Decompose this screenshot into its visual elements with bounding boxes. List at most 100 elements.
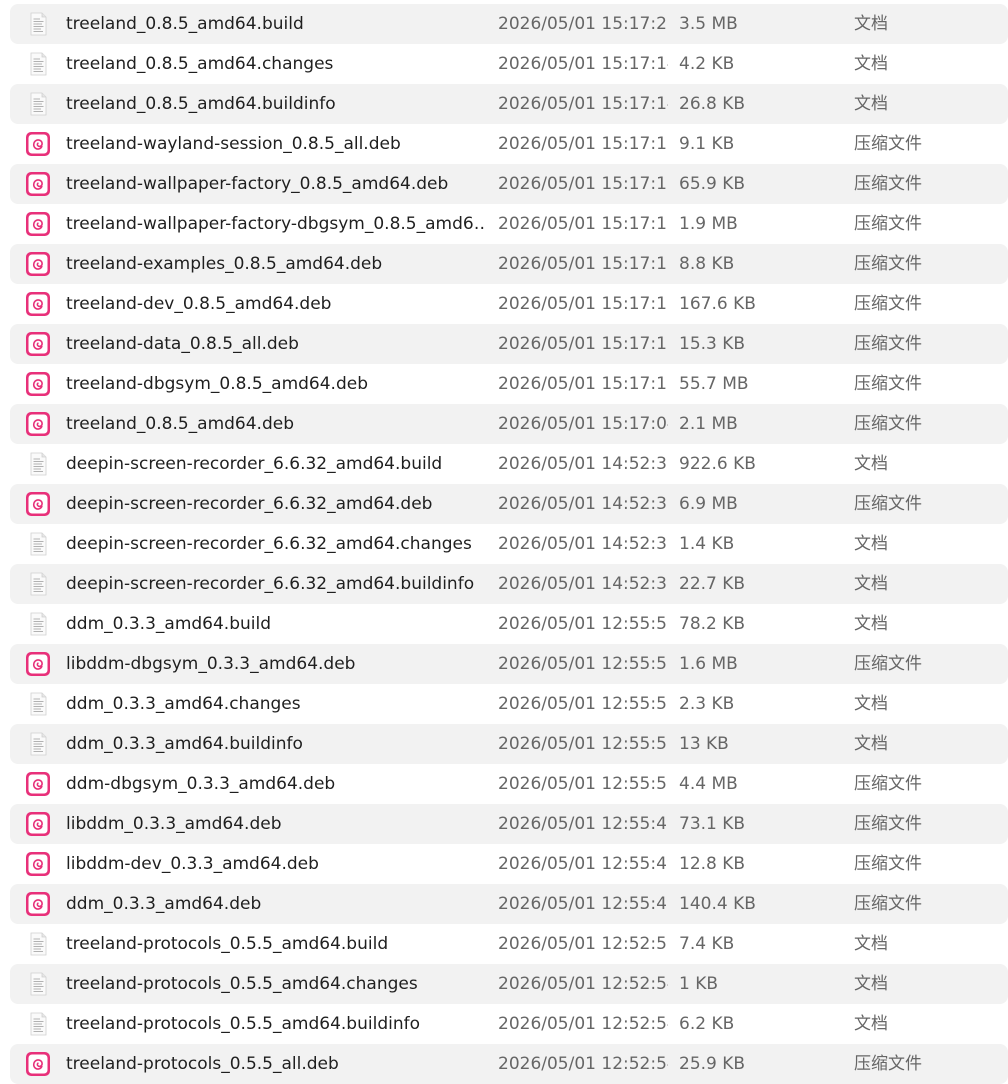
file-modified-time: 2026/05/01 12:55:50 xyxy=(498,694,668,714)
file-row[interactable]: treeland-data_0.8.5_all.deb 2026/05/01 1… xyxy=(0,324,1008,364)
debian-package-icon xyxy=(24,290,52,318)
file-row[interactable]: treeland_0.8.5_amd64.buildinfo 2026/05/0… xyxy=(0,84,1008,124)
file-row[interactable]: deepin-screen-recorder_6.6.32_amd64.buil… xyxy=(0,564,1008,604)
file-name: treeland-protocols_0.5.5_amd64.changes xyxy=(66,974,418,994)
file-modified-time: 2026/05/01 15:17:13 xyxy=(498,134,668,154)
file-row[interactable]: deepin-screen-recorder_6.6.32_amd64.chan… xyxy=(0,524,1008,564)
file-name: ddm-dbgsym_0.3.3_amd64.deb xyxy=(66,774,336,794)
file-row[interactable]: libddm_0.3.3_amd64.deb 2026/05/01 12:55:… xyxy=(0,804,1008,844)
file-row[interactable]: treeland-protocols_0.5.5_all.deb 2026/05… xyxy=(0,1044,1008,1084)
file-row[interactable]: ddm-dbgsym_0.3.3_amd64.deb 2026/05/01 12… xyxy=(0,764,1008,804)
file-size: 167.6 KB xyxy=(679,294,756,314)
file-row[interactable]: treeland-protocols_0.5.5_amd64.build 202… xyxy=(0,924,1008,964)
file-type: 文档 xyxy=(854,14,888,34)
file-row[interactable]: treeland-protocols_0.5.5_amd64.buildinfo… xyxy=(0,1004,1008,1044)
file-row[interactable]: ddm_0.3.3_amd64.build 2026/05/01 12:55:5… xyxy=(0,604,1008,644)
file-name: deepin-screen-recorder_6.6.32_amd64.buil… xyxy=(66,454,443,474)
file-name: treeland-wayland-session_0.8.5_all.deb xyxy=(66,134,401,154)
file-row[interactable]: ddm_0.3.3_amd64.buildinfo 2026/05/01 12:… xyxy=(0,724,1008,764)
file-type: 压缩文件 xyxy=(854,174,922,194)
file-type: 文档 xyxy=(854,614,888,634)
file-modified-time: 2026/05/01 15:17:04 xyxy=(498,414,668,434)
file-size: 7.4 KB xyxy=(679,934,735,954)
debian-package-icon xyxy=(24,490,52,518)
file-row[interactable]: libddm-dbgsym_0.3.3_amd64.deb 2026/05/01… xyxy=(0,644,1008,684)
file-modified-time: 2026/05/01 14:52:33 xyxy=(498,574,668,594)
file-row[interactable]: treeland-dbgsym_0.8.5_amd64.deb 2026/05/… xyxy=(0,364,1008,404)
debian-package-icon xyxy=(24,890,52,918)
debian-package-icon xyxy=(24,650,52,678)
file-name: ddm_0.3.3_amd64.build xyxy=(66,614,272,634)
file-row[interactable]: treeland-examples_0.8.5_amd64.deb 2026/0… xyxy=(0,244,1008,284)
file-size: 4.2 KB xyxy=(679,54,735,74)
file-size: 4.4 MB xyxy=(679,774,738,794)
text-document-icon xyxy=(24,930,52,958)
file-modified-time: 2026/05/01 12:55:52 xyxy=(498,614,668,634)
file-size: 1.6 MB xyxy=(679,654,738,674)
text-document-icon xyxy=(24,570,52,598)
file-size: 6.2 KB xyxy=(679,1014,735,1034)
file-size: 1 KB xyxy=(679,974,719,994)
file-type: 文档 xyxy=(854,734,888,754)
file-row[interactable]: ddm_0.3.3_amd64.changes 2026/05/01 12:55… xyxy=(0,684,1008,724)
file-modified-time: 2026/05/01 12:55:50 xyxy=(498,734,668,754)
file-modified-time: 2026/05/01 12:55:50 xyxy=(498,654,668,674)
file-name: treeland-wallpaper-factory-dbgsym_0.8.5_… xyxy=(66,214,484,234)
file-row[interactable]: treeland-wayland-session_0.8.5_all.deb 2… xyxy=(0,124,1008,164)
file-name: ddm_0.3.3_amd64.changes xyxy=(66,694,301,714)
file-size: 12.8 KB xyxy=(679,854,746,874)
text-document-icon xyxy=(24,1010,52,1038)
file-modified-time: 2026/05/01 15:17:14 xyxy=(498,94,668,114)
file-row[interactable]: treeland_0.8.5_amd64.build 2026/05/01 15… xyxy=(0,4,1008,44)
text-document-icon xyxy=(24,530,52,558)
file-row[interactable]: deepin-screen-recorder_6.6.32_amd64.deb … xyxy=(0,484,1008,524)
text-document-icon xyxy=(24,10,52,38)
text-document-icon xyxy=(24,730,52,758)
file-name: treeland-dev_0.8.5_amd64.deb xyxy=(66,294,332,314)
file-row[interactable]: treeland_0.8.5_amd64.changes 2026/05/01 … xyxy=(0,44,1008,84)
file-type: 文档 xyxy=(854,454,888,474)
file-modified-time: 2026/05/01 12:55:49 xyxy=(498,854,668,874)
file-type: 文档 xyxy=(854,94,888,114)
file-modified-time: 2026/05/01 14:52:35 xyxy=(498,454,668,474)
file-type: 压缩文件 xyxy=(854,414,922,434)
file-type: 文档 xyxy=(854,534,888,554)
file-modified-time: 2026/05/01 12:55:49 xyxy=(498,894,668,914)
file-name: ddm_0.3.3_amd64.deb xyxy=(66,894,262,914)
file-modified-time: 2026/05/01 14:52:33 xyxy=(498,534,668,554)
debian-package-icon xyxy=(24,250,52,278)
file-size: 1.4 KB xyxy=(679,534,735,554)
debian-package-icon xyxy=(24,810,52,838)
file-size: 8.8 KB xyxy=(679,254,735,274)
file-name: deepin-screen-recorder_6.6.32_amd64.chan… xyxy=(66,534,472,554)
file-name: libddm-dev_0.3.3_amd64.deb xyxy=(66,854,319,874)
debian-package-icon xyxy=(24,850,52,878)
file-list: treeland_0.8.5_amd64.build 2026/05/01 15… xyxy=(0,4,1008,1084)
file-modified-time: 2026/05/01 12:52:54 xyxy=(498,974,668,994)
text-document-icon xyxy=(24,50,52,78)
file-name: libddm_0.3.3_amd64.deb xyxy=(66,814,282,834)
file-row[interactable]: deepin-screen-recorder_6.6.32_amd64.buil… xyxy=(0,444,1008,484)
file-size: 78.2 KB xyxy=(679,614,746,634)
file-type: 压缩文件 xyxy=(854,774,922,794)
file-type: 文档 xyxy=(854,574,888,594)
file-type: 文档 xyxy=(854,974,888,994)
file-type: 压缩文件 xyxy=(854,654,922,674)
file-modified-time: 2026/05/01 15:17:12 xyxy=(498,374,668,394)
file-size: 65.9 KB xyxy=(679,174,746,194)
debian-package-icon xyxy=(24,170,52,198)
file-row[interactable]: treeland-dev_0.8.5_amd64.deb 2026/05/01 … xyxy=(0,284,1008,324)
file-row[interactable]: treeland-wallpaper-factory_0.8.5_amd64.d… xyxy=(0,164,1008,204)
file-row[interactable]: treeland_0.8.5_amd64.deb 2026/05/01 15:1… xyxy=(0,404,1008,444)
file-size: 25.9 KB xyxy=(679,1054,746,1074)
file-row[interactable]: treeland-protocols_0.5.5_amd64.changes 2… xyxy=(0,964,1008,1004)
debian-package-icon xyxy=(24,1050,52,1078)
file-row[interactable]: libddm-dev_0.3.3_amd64.deb 2026/05/01 12… xyxy=(0,844,1008,884)
file-row[interactable]: ddm_0.3.3_amd64.deb 2026/05/01 12:55:49 … xyxy=(0,884,1008,924)
file-size: 2.1 MB xyxy=(679,414,738,434)
file-name: treeland-protocols_0.5.5_all.deb xyxy=(66,1054,339,1074)
file-row[interactable]: treeland-wallpaper-factory-dbgsym_0.8.5_… xyxy=(0,204,1008,244)
file-size: 922.6 KB xyxy=(679,454,756,474)
file-name: treeland_0.8.5_amd64.changes xyxy=(66,54,334,74)
debian-package-icon xyxy=(24,770,52,798)
